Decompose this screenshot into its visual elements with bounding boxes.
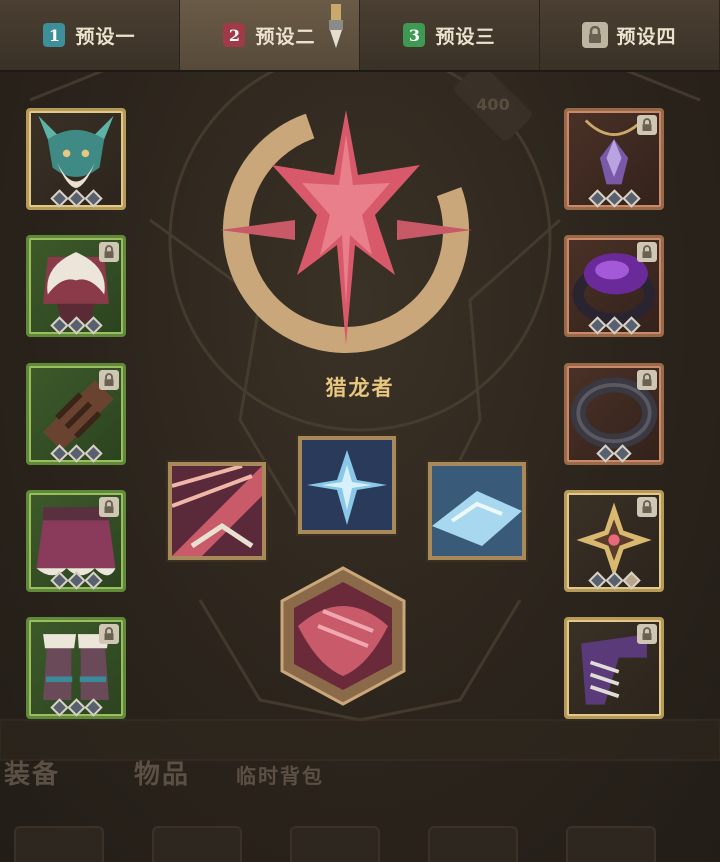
gem-slots <box>29 698 123 717</box>
class-name: 猎龙者 <box>325 376 395 400</box>
lock-icon <box>637 115 657 135</box>
nav-temp-bag[interactable]: 临时背包 <box>236 760 324 789</box>
slot-chest[interactable] <box>26 235 126 337</box>
skill-slot-left[interactable] <box>168 462 266 560</box>
preset-2-badge: 2 <box>223 23 246 47</box>
lock-icon <box>637 624 657 644</box>
skill-slot-right[interactable] <box>428 462 526 560</box>
tab-preset-4[interactable]: 预设四 <box>540 0 720 70</box>
lock-icon <box>99 370 119 390</box>
brush-icon <box>329 4 343 48</box>
frost-shard-icon <box>432 466 522 556</box>
inventory-slot[interactable] <box>152 826 242 862</box>
preset-1-badge: 1 <box>43 23 66 47</box>
slot-helmet[interactable] <box>26 108 126 210</box>
class-emblem <box>220 107 472 353</box>
gem-slots <box>567 189 661 208</box>
nav-items[interactable]: 物品 <box>134 754 190 791</box>
inventory-strip <box>0 826 720 862</box>
inventory-slot[interactable] <box>566 826 656 862</box>
tab-preset-1[interactable]: 1 预设一 <box>0 0 180 70</box>
nav-equipment[interactable]: 装备 <box>4 754 60 791</box>
preset-tabs: 1 预设一 2 预设二 3 预设三 预设四 <box>0 0 720 72</box>
lock-icon <box>637 242 657 262</box>
tab-preset-1-label: 预设一 <box>75 25 136 48</box>
tab-preset-3-label: 预设三 <box>435 25 496 48</box>
gem-slots <box>29 444 123 463</box>
lock-icon <box>637 497 657 517</box>
lock-icon <box>99 497 119 517</box>
slot-banner[interactable] <box>564 617 664 719</box>
inventory-slot[interactable] <box>14 826 104 862</box>
slot-relic[interactable] <box>564 490 664 592</box>
gem-slots <box>567 571 661 590</box>
gem-slots <box>567 316 661 335</box>
slot-ring[interactable] <box>564 235 664 337</box>
lock-icon <box>99 242 119 262</box>
slot-amulet[interactable] <box>564 108 664 210</box>
gem-slots <box>29 571 123 590</box>
slot-boots[interactable] <box>26 617 126 719</box>
lock-icon <box>582 22 609 48</box>
tab-preset-4-label: 预设四 <box>616 25 677 48</box>
slot-bracers[interactable] <box>26 363 126 465</box>
tab-preset-2-label: 预设二 <box>255 25 316 48</box>
inventory-slot[interactable] <box>428 826 518 862</box>
inventory-slot[interactable] <box>290 826 380 862</box>
equipment-screen: 400 1 预设一 2 预设二 3 预设三 预设四 猎龙者 装备 物品 临时背包 <box>0 0 720 862</box>
lock-icon <box>99 624 119 644</box>
tab-preset-2[interactable]: 2 预设二 <box>180 0 360 70</box>
slot-bangle[interactable] <box>564 363 664 465</box>
lock-icon <box>637 370 657 390</box>
bottom-navigation: 装备 物品 临时背包 <box>0 740 720 800</box>
slot-skirt[interactable] <box>26 490 126 592</box>
gem-slots <box>567 444 661 463</box>
ultimate-skill-slot[interactable] <box>278 566 408 706</box>
ice-burst-icon <box>302 440 392 530</box>
tab-preset-3[interactable]: 3 预设三 <box>360 0 540 70</box>
preset-3-badge: 3 <box>403 23 426 47</box>
skill-slot-top[interactable] <box>298 436 396 534</box>
claw-strike-icon <box>171 464 262 556</box>
gem-slots <box>29 316 123 335</box>
gem-slots <box>29 189 123 208</box>
